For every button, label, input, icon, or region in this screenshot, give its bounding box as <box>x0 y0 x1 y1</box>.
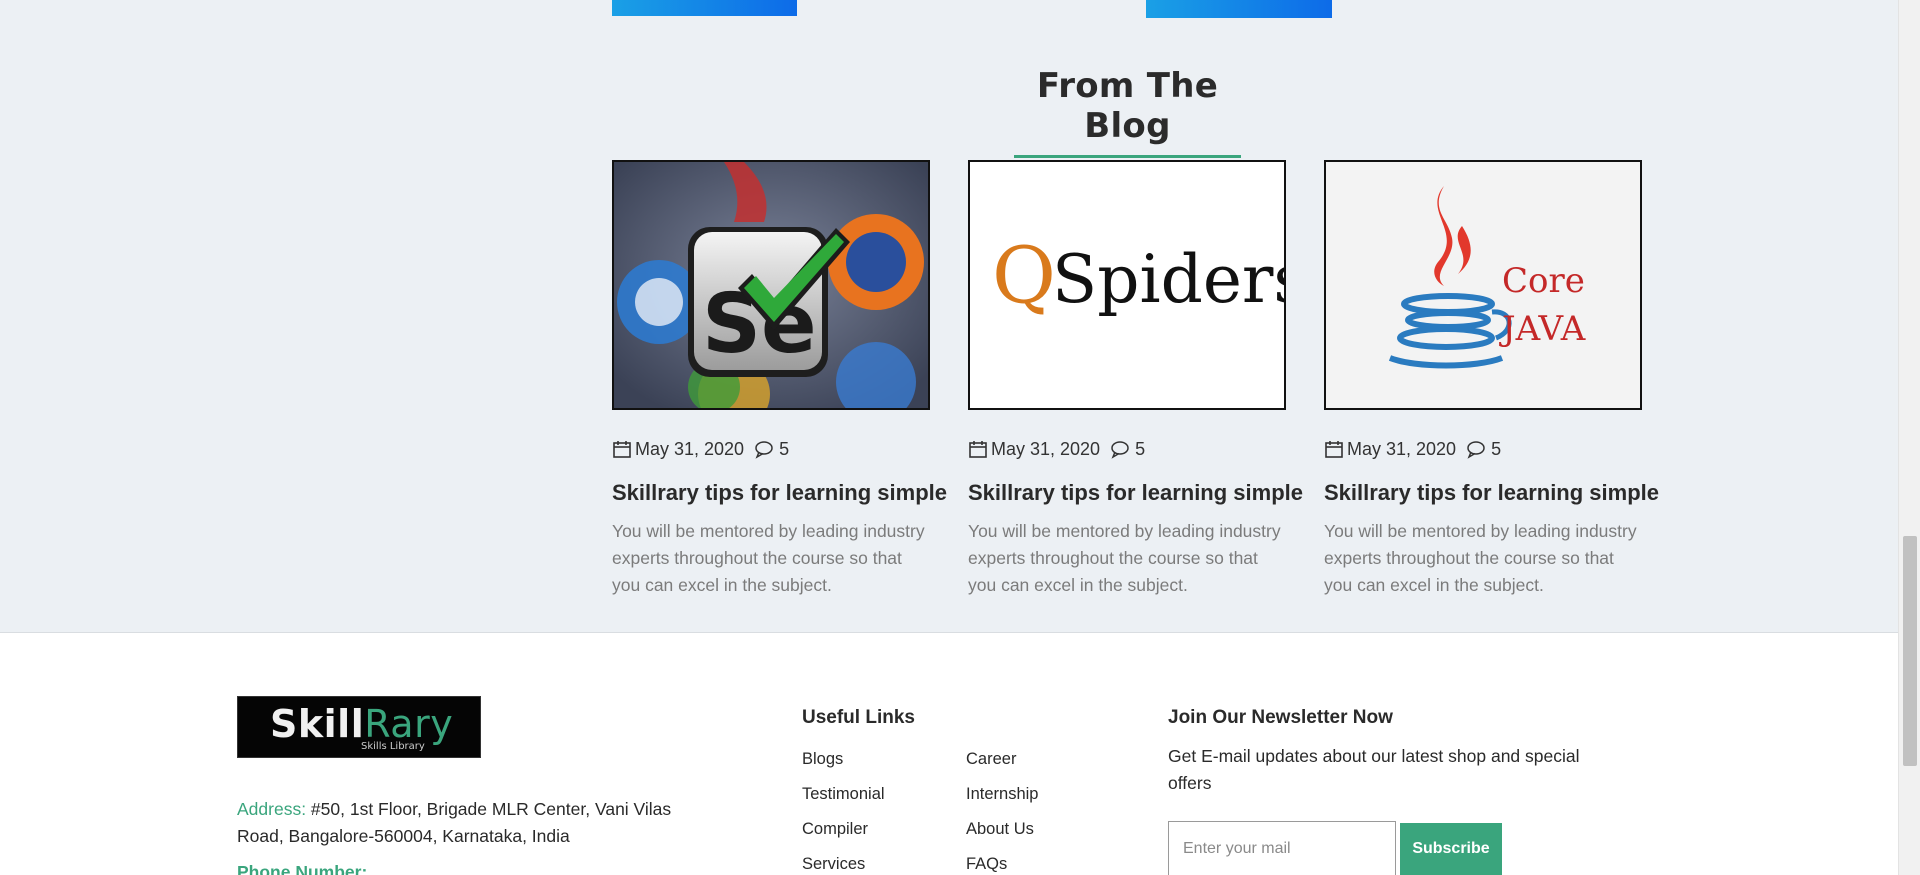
subscribe-button[interactable]: Subscribe <box>1400 823 1502 875</box>
newsletter-title: Join Our Newsletter Now <box>1168 707 1393 728</box>
address-label: Address: <box>237 799 307 819</box>
logo-brand-b: Rary <box>364 702 454 746</box>
comment-icon <box>1466 439 1486 459</box>
footer-link-testimonial[interactable]: Testimonial <box>802 785 885 804</box>
calendar-icon <box>968 439 988 459</box>
logo-tagline: Skills Library <box>361 741 425 752</box>
blog-card[interactable]: Core JAVA May 31, 2020 5 Skillrary tips … <box>1324 160 1659 599</box>
post-title[interactable]: Skillrary tips for learning simple <box>612 480 947 506</box>
post-meta: May 31, 2020 5 <box>1324 438 1644 460</box>
post-date: May 31, 2020 <box>991 438 1101 459</box>
java-text-java: JAVA <box>1499 309 1586 349</box>
banner-fragment-left <box>612 0 797 16</box>
page-scrollbar[interactable] <box>1898 0 1920 875</box>
page: From The Blog Se May 31, 2020 5 Skillrar… <box>0 0 1920 875</box>
footer-link-services[interactable]: Services <box>802 855 865 874</box>
post-date: May 31, 2020 <box>635 438 745 459</box>
newsletter-text: Get E-mail updates about our latest shop… <box>1168 746 1580 793</box>
logo-brand-a: Skill <box>270 702 365 746</box>
banner-fragment-right <box>1146 0 1332 18</box>
comment-count: 5 <box>1135 438 1146 459</box>
blog-image-selenium[interactable]: Se <box>612 160 930 410</box>
phone-label: Phone Number: <box>237 862 368 875</box>
footer-address: Address: #50, 1st Floor, Brigade MLR Cen… <box>237 796 697 850</box>
selenium-logo: Se <box>614 162 928 408</box>
calendar-icon <box>612 439 632 459</box>
comment-count: 5 <box>1491 438 1502 459</box>
qspiders-logo: Q Spiders <box>970 162 1284 408</box>
qspiders-q: Q <box>992 231 1056 321</box>
footer-link-compiler[interactable]: Compiler <box>802 820 868 839</box>
post-title[interactable]: Skillrary tips for learning simple <box>968 480 1303 506</box>
blog-heading: From The Blog <box>1014 66 1241 158</box>
footer-link-about-us[interactable]: About Us <box>966 820 1034 839</box>
post-excerpt: You will be mentored by leading industry… <box>612 521 925 595</box>
comment-icon <box>754 439 774 459</box>
java-logo: Core JAVA <box>1326 162 1640 408</box>
blog-image-qspiders[interactable]: Q Spiders <box>968 160 1286 410</box>
qspiders-rest: Spiders <box>1052 241 1284 318</box>
post-meta: May 31, 2020 5 <box>968 438 1288 460</box>
blog-card[interactable]: Q Spiders May 31, 2020 5 Skillrary tips … <box>968 160 1303 599</box>
blog-card[interactable]: Se May 31, 2020 5 Skillrary tips for lea… <box>612 160 947 599</box>
post-excerpt: You will be mentored by leading industry… <box>968 521 1281 595</box>
footer-link-career[interactable]: Career <box>966 750 1016 769</box>
useful-links-title: Useful Links <box>802 707 915 728</box>
post-meta: May 31, 2020 5 <box>612 438 932 460</box>
footer-link-faqs[interactable]: FAQs <box>966 855 1007 874</box>
calendar-icon <box>1324 439 1344 459</box>
footer-link-blogs[interactable]: Blogs <box>802 750 843 769</box>
blog-section: From The Blog Se May 31, 2020 5 Skillrar… <box>0 0 1898 633</box>
post-date: May 31, 2020 <box>1347 438 1457 459</box>
logo-brand: SkillRary <box>270 702 453 746</box>
footer-logo[interactable]: SkillRary Skills Library <box>237 696 481 758</box>
scrollbar-thumb[interactable] <box>1903 536 1917 766</box>
post-excerpt: You will be mentored by leading industry… <box>1324 521 1637 595</box>
comment-icon <box>1110 439 1130 459</box>
comment-count: 5 <box>779 438 790 459</box>
blog-image-core-java[interactable]: Core JAVA <box>1324 160 1642 410</box>
post-title[interactable]: Skillrary tips for learning simple <box>1324 480 1659 506</box>
footer-link-internship[interactable]: Internship <box>966 785 1038 804</box>
java-text-core: Core <box>1502 261 1585 301</box>
newsletter-email-input[interactable] <box>1168 821 1396 875</box>
